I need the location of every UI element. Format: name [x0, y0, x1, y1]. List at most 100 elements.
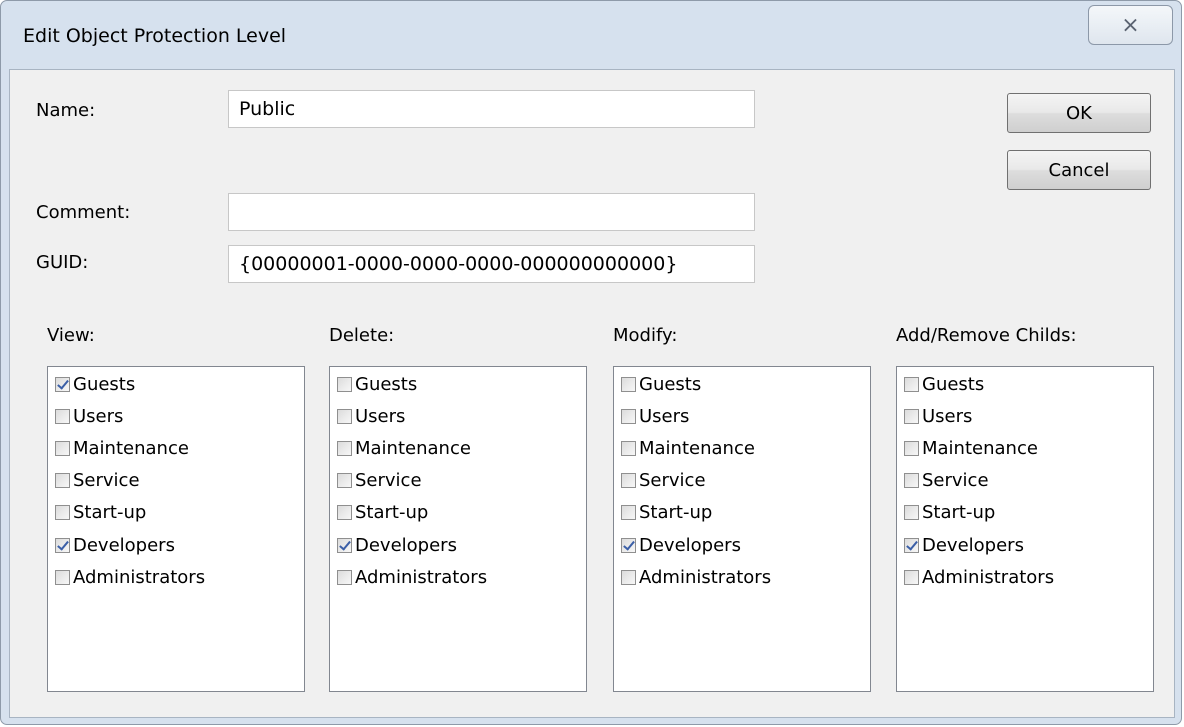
checklist-item-service[interactable]: Service — [337, 468, 422, 494]
checklist-item-label: Guests — [922, 373, 985, 395]
checkbox-checked[interactable] — [621, 537, 636, 553]
checklist-item-users[interactable]: Users — [55, 403, 123, 429]
checkbox-unchecked[interactable] — [55, 569, 70, 585]
checklist-item-label: Service — [355, 470, 422, 492]
checkbox-checked[interactable] — [55, 376, 70, 392]
checkbox-unchecked[interactable] — [621, 376, 636, 392]
checklist-item-label: Users — [73, 405, 124, 427]
checkbox-unchecked[interactable] — [621, 569, 636, 585]
checkbox-unchecked[interactable] — [337, 440, 352, 456]
checklist-item-label: Users — [639, 405, 690, 427]
checkbox-unchecked[interactable] — [337, 569, 352, 585]
checkbox-checked[interactable] — [55, 537, 70, 553]
checklist-item-users[interactable]: Users — [904, 403, 972, 429]
cancel-button[interactable]: Cancel — [1007, 150, 1151, 190]
checklist-item-label: Administrators — [73, 566, 206, 588]
add-remove-childs-checklist[interactable]: Guests Users Maintenance Service Start-up Dev… — [896, 366, 1154, 692]
dialog-window: Edit Object Protection Level ⨯ Name: Pub… — [0, 0, 1182, 725]
checkbox-unchecked[interactable] — [337, 473, 352, 489]
name-label: Name: — [36, 100, 96, 121]
guid-field[interactable]: {00000001-0000-0000-0000-000000000000} — [228, 245, 755, 283]
modify-checklist[interactable]: Guests Users Maintenance Service Start-up Dev… — [613, 366, 871, 692]
checklist-item-label: Users — [355, 405, 406, 427]
checklist-item-label: Start-up — [639, 502, 713, 524]
checklist-item-label: Developers — [639, 534, 741, 556]
checklist-item-label: Guests — [73, 373, 136, 395]
checkbox-unchecked[interactable] — [904, 505, 919, 521]
checklist-item-label: Start-up — [73, 502, 147, 524]
checklist-item-label: Start-up — [922, 502, 996, 524]
checkbox-unchecked[interactable] — [904, 569, 919, 585]
checklist-item-label: Administrators — [355, 566, 488, 588]
comment-field[interactable] — [228, 193, 755, 231]
delete-label: Delete: — [329, 325, 395, 346]
checklist-item-maintenance[interactable]: Maintenance — [337, 435, 471, 461]
checkbox-unchecked[interactable] — [621, 408, 636, 424]
checklist-item-administrators[interactable]: Administrators — [55, 564, 205, 590]
checklist-item-label: Guests — [355, 373, 418, 395]
checklist-item-label: Guests — [639, 373, 702, 395]
checklist-item-developers[interactable]: Developers — [621, 532, 741, 558]
checklist-item-start-up[interactable]: Start-up — [621, 500, 712, 526]
checklist-item-service[interactable]: Service — [55, 468, 140, 494]
checklist-item-guests[interactable]: Guests — [55, 371, 135, 397]
checklist-item-developers[interactable]: Developers — [55, 532, 175, 558]
checklist-item-guests[interactable]: Guests — [904, 371, 984, 397]
add-remove-childs-label: Add/Remove Childs: — [896, 325, 1077, 346]
checkbox-checked[interactable] — [904, 537, 919, 553]
checklist-item-maintenance[interactable]: Maintenance — [904, 435, 1038, 461]
checklist-item-service[interactable]: Service — [621, 468, 706, 494]
checkbox-unchecked[interactable] — [904, 440, 919, 456]
checklist-item-label: Administrators — [639, 566, 772, 588]
checkbox-unchecked[interactable] — [621, 440, 636, 456]
checklist-item-label: Start-up — [355, 502, 429, 524]
dialog-title: Edit Object Protection Level — [23, 25, 287, 47]
checkbox-unchecked[interactable] — [904, 408, 919, 424]
checkbox-unchecked[interactable] — [337, 376, 352, 392]
checkbox-unchecked[interactable] — [55, 408, 70, 424]
checklist-item-start-up[interactable]: Start-up — [904, 500, 995, 526]
ok-button[interactable]: OK — [1007, 93, 1151, 133]
checklist-item-start-up[interactable]: Start-up — [55, 500, 146, 526]
checklist-item-guests[interactable]: Guests — [621, 371, 701, 397]
checkbox-unchecked[interactable] — [337, 505, 352, 521]
checklist-item-label: Service — [73, 470, 140, 492]
checklist-item-maintenance[interactable]: Maintenance — [55, 435, 189, 461]
delete-checklist[interactable]: Guests Users Maintenance Service Start-up Dev… — [329, 366, 587, 692]
checkbox-unchecked[interactable] — [904, 376, 919, 392]
checklist-item-users[interactable]: Users — [337, 403, 405, 429]
modify-label: Modify: — [613, 325, 678, 346]
comment-label: Comment: — [36, 202, 131, 223]
checkbox-unchecked[interactable] — [621, 505, 636, 521]
checklist-item-start-up[interactable]: Start-up — [337, 500, 428, 526]
checkbox-unchecked[interactable] — [337, 408, 352, 424]
checkbox-checked[interactable] — [337, 537, 352, 553]
checklist-item-service[interactable]: Service — [904, 468, 989, 494]
checklist-item-label: Maintenance — [922, 437, 1038, 459]
checkbox-unchecked[interactable] — [904, 473, 919, 489]
checklist-item-administrators[interactable]: Administrators — [337, 564, 487, 590]
checklist-item-guests[interactable]: Guests — [337, 371, 417, 397]
checklist-item-label: Developers — [355, 534, 457, 556]
checklist-item-users[interactable]: Users — [621, 403, 689, 429]
name-field[interactable]: Public — [228, 90, 755, 128]
checkbox-unchecked[interactable] — [55, 473, 70, 489]
checklist-item-developers[interactable]: Developers — [904, 532, 1024, 558]
checklist-item-administrators[interactable]: Administrators — [621, 564, 771, 590]
title-bar[interactable]: Edit Object Protection Level ⨯ — [1, 1, 1181, 69]
checklist-item-label: Developers — [922, 534, 1024, 556]
checklist-item-label: Developers — [73, 534, 175, 556]
checklist-item-label: Administrators — [922, 566, 1055, 588]
checkbox-unchecked[interactable] — [621, 473, 636, 489]
checklist-item-maintenance[interactable]: Maintenance — [621, 435, 755, 461]
checkbox-unchecked[interactable] — [55, 505, 70, 521]
checklist-item-label: Service — [922, 470, 989, 492]
checklist-item-label: Maintenance — [639, 437, 755, 459]
checklist-item-developers[interactable]: Developers — [337, 532, 457, 558]
close-icon: ⨯ — [1121, 12, 1140, 38]
view-checklist[interactable]: Guests Users Maintenance Service Start-up Dev… — [47, 366, 305, 692]
checkbox-unchecked[interactable] — [55, 440, 70, 456]
checklist-item-label: Users — [922, 405, 973, 427]
close-button[interactable]: ⨯ — [1088, 5, 1173, 45]
checklist-item-administrators[interactable]: Administrators — [904, 564, 1054, 590]
